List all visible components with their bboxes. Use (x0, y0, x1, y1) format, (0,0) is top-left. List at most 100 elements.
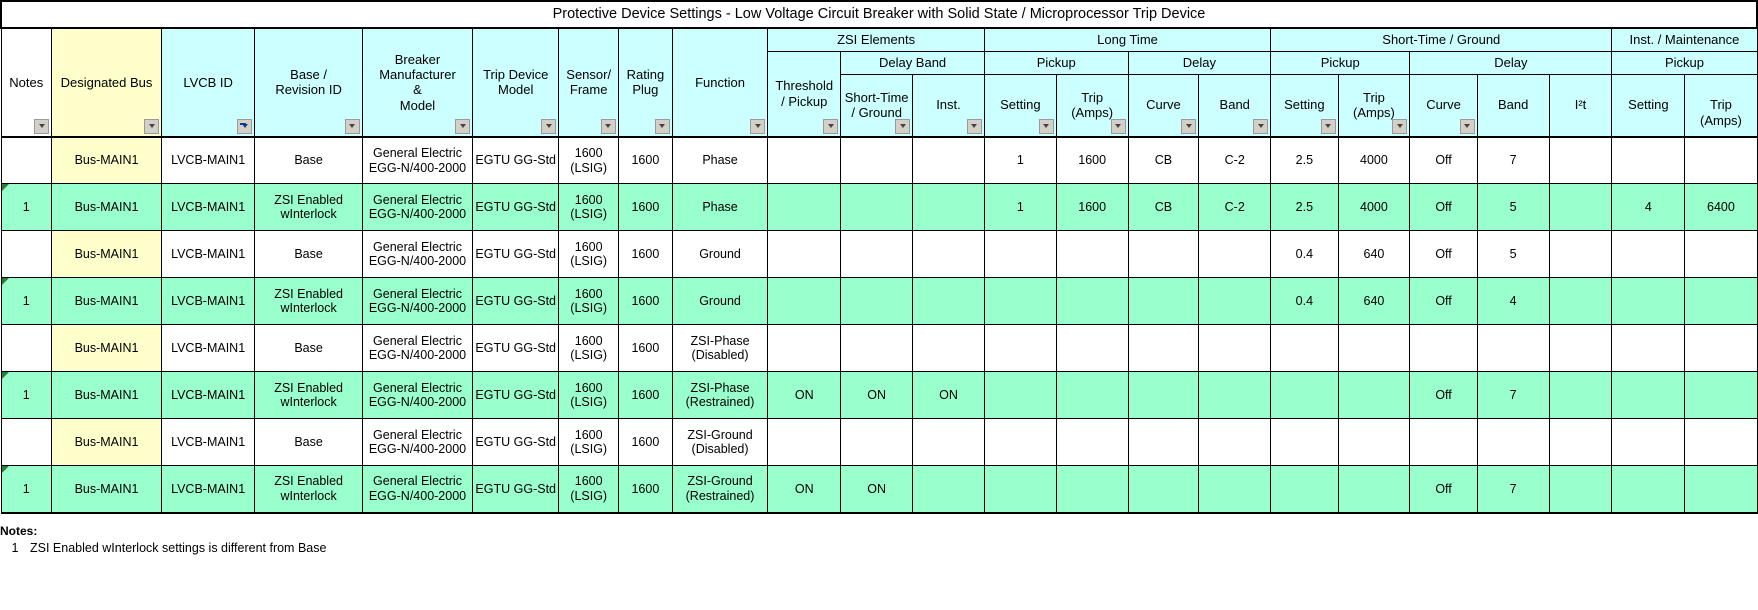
cell-inst_trip[interactable] (1684, 465, 1758, 514)
filter-dropdown-zsi-inst[interactable] (966, 118, 982, 134)
cell-lt_trip[interactable] (1055, 230, 1129, 279)
cell-function[interactable]: ZSI-Phase (Disabled) (671, 324, 769, 373)
cell-st_i2t[interactable] (1548, 135, 1613, 185)
cell-bus[interactable]: Bus-MAIN1 (51, 277, 163, 326)
filter-dropdown-notes[interactable] (34, 118, 50, 134)
cell-lvcb_id[interactable]: LVCB-MAIN1 (161, 135, 256, 185)
cell-breaker[interactable]: General Electric EGG-N/400-2000 (361, 277, 474, 326)
cell-zsi_inst[interactable] (912, 418, 985, 467)
cell-inst_trip[interactable] (1684, 277, 1758, 326)
cell-zsi_inst[interactable] (912, 465, 985, 514)
cell-zsi_st_gnd[interactable] (840, 230, 914, 279)
cell-zsi_thresh[interactable] (767, 183, 842, 232)
cell-lvcb_id[interactable]: LVCB-MAIN1 (161, 277, 256, 326)
cell-rating_plug[interactable]: 1600 (617, 465, 673, 514)
cell-lt_setting[interactable] (983, 324, 1057, 373)
cell-lt_trip[interactable]: 1600 (1055, 135, 1129, 185)
cell-st_band[interactable] (1476, 418, 1550, 467)
cell-base_rev[interactable]: ZSI Enabled wInterlock (254, 277, 363, 326)
filter-dropdown-function[interactable] (750, 118, 766, 134)
cell-function[interactable]: ZSI-Ground (Disabled) (671, 418, 769, 467)
filter-dropdown-lvcb-id[interactable] (237, 118, 253, 134)
cell-base_rev[interactable]: Base (254, 230, 363, 279)
table-row[interactable]: Bus-MAIN1 LVCB-MAIN1 Base General Electric … (0, 230, 1758, 279)
header-st-pickup-trip-amps[interactable]: Trip (Amps) (1337, 73, 1411, 138)
cell-st_i2t[interactable] (1548, 277, 1613, 326)
cell-lt_band[interactable] (1198, 418, 1272, 467)
cell-inst_setting[interactable] (1611, 135, 1686, 185)
header-lt-delay-band[interactable]: Band (1198, 73, 1272, 138)
filter-dropdown-zsi-threshold[interactable] (823, 118, 839, 134)
filter-dropdown-lt-band[interactable] (1253, 118, 1269, 134)
table-row[interactable]: 1 Bus-MAIN1 LVCB-MAIN1 ZSI Enabled wInterlo… (0, 183, 1758, 232)
cell-bus[interactable]: Bus-MAIN1 (51, 135, 163, 185)
cell-trip_model[interactable]: EGTU GG-Std (471, 135, 560, 185)
cell-st_setting[interactable]: 2.5 (1270, 183, 1339, 232)
cell-lt_curve[interactable] (1127, 230, 1200, 279)
cell-function[interactable]: Phase (671, 135, 769, 185)
cell-base_rev[interactable]: Base (254, 324, 363, 373)
cell-lvcb_id[interactable]: LVCB-MAIN1 (161, 230, 256, 279)
cell-rating_plug[interactable]: 1600 (617, 324, 673, 373)
cell-rating_plug[interactable]: 1600 (617, 183, 673, 232)
cell-st_setting[interactable]: 0.4 (1270, 277, 1339, 326)
cell-function[interactable]: ZSI-Ground (Restrained) (671, 465, 769, 514)
filter-dropdown-rating-plug[interactable] (654, 118, 670, 134)
cell-st_trip[interactable] (1337, 465, 1411, 514)
cell-zsi_thresh[interactable] (767, 277, 842, 326)
cell-inst_setting[interactable] (1611, 324, 1686, 373)
cell-sensor[interactable]: 1600 (LSIG) (558, 183, 619, 232)
cell-lt_trip[interactable] (1055, 465, 1129, 514)
cell-zsi_st_gnd[interactable] (840, 183, 914, 232)
cell-lt_trip[interactable] (1055, 324, 1129, 373)
cell-st_trip[interactable] (1337, 418, 1411, 467)
header-lt-pickup-setting[interactable]: Setting (983, 73, 1057, 138)
cell-inst_setting[interactable] (1611, 418, 1686, 467)
cell-st_i2t[interactable] (1548, 371, 1613, 420)
cell-st_i2t[interactable] (1548, 465, 1613, 514)
cell-zsi_thresh[interactable] (767, 230, 842, 279)
cell-sensor[interactable]: 1600 (LSIG) (558, 230, 619, 279)
cell-lt_trip[interactable]: 1600 (1055, 183, 1129, 232)
cell-bus[interactable]: Bus-MAIN1 (51, 230, 163, 279)
cell-inst_trip[interactable] (1684, 324, 1758, 373)
cell-bus[interactable]: Bus-MAIN1 (51, 465, 163, 514)
cell-st_curve[interactable]: Off (1409, 371, 1478, 420)
cell-inst_trip[interactable]: 6400 (1684, 183, 1758, 232)
cell-sensor[interactable]: 1600 (LSIG) (558, 135, 619, 185)
cell-inst_trip[interactable] (1684, 418, 1758, 467)
cell-lt_band[interactable] (1198, 230, 1272, 279)
header-lt-pickup-trip-amps[interactable]: Trip (Amps) (1055, 73, 1129, 138)
cell-lt_setting[interactable] (983, 371, 1057, 420)
cell-st_curve[interactable]: Off (1409, 230, 1478, 279)
cell-lt_band[interactable] (1198, 277, 1272, 326)
cell-zsi_st_gnd[interactable] (840, 324, 914, 373)
cell-lt_setting[interactable]: 1 (983, 183, 1057, 232)
cell-st_setting[interactable] (1270, 465, 1339, 514)
cell-lvcb_id[interactable]: LVCB-MAIN1 (161, 418, 256, 467)
cell-rating_plug[interactable]: 1600 (617, 418, 673, 467)
cell-zsi_st_gnd[interactable] (840, 418, 914, 467)
cell-st_band[interactable]: 5 (1476, 183, 1550, 232)
cell-breaker[interactable]: General Electric EGG-N/400-2000 (361, 183, 474, 232)
cell-trip_model[interactable]: EGTU GG-Std (471, 465, 560, 514)
cell-lvcb_id[interactable]: LVCB-MAIN1 (161, 465, 256, 514)
cell-bus[interactable]: Bus-MAIN1 (51, 418, 163, 467)
cell-trip_model[interactable]: EGTU GG-Std (471, 230, 560, 279)
cell-trip_model[interactable]: EGTU GG-Std (471, 371, 560, 420)
filter-dropdown-st-trip[interactable] (1392, 118, 1408, 134)
cell-zsi_inst[interactable] (912, 324, 985, 373)
cell-lt_setting[interactable]: 1 (983, 135, 1057, 185)
cell-st_i2t[interactable] (1548, 418, 1613, 467)
cell-lt_band[interactable] (1198, 324, 1272, 373)
cell-lvcb_id[interactable]: LVCB-MAIN1 (161, 183, 256, 232)
cell-lt_trip[interactable] (1055, 371, 1129, 420)
cell-st_curve[interactable]: Off (1409, 465, 1478, 514)
cell-sensor[interactable]: 1600 (LSIG) (558, 324, 619, 373)
cell-inst_trip[interactable] (1684, 230, 1758, 279)
cell-notes[interactable]: 1 (0, 371, 53, 420)
cell-breaker[interactable]: General Electric EGG-N/400-2000 (361, 324, 474, 373)
cell-st_curve[interactable] (1409, 418, 1478, 467)
cell-zsi_thresh[interactable]: ON (767, 371, 842, 420)
cell-rating_plug[interactable]: 1600 (617, 230, 673, 279)
